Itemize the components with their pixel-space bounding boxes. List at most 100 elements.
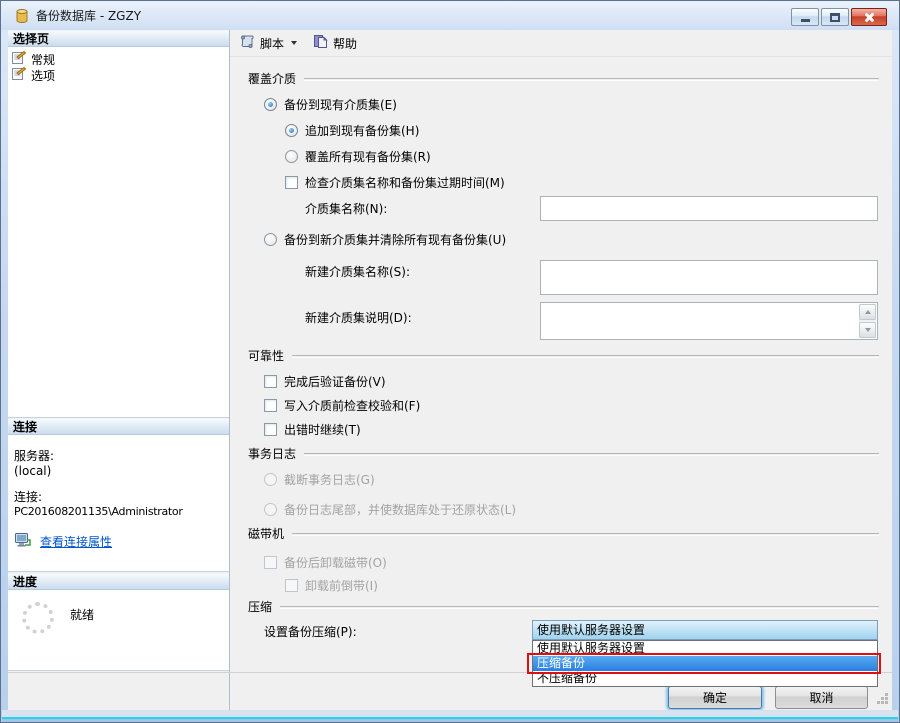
checkbox-unload-tape: 备份后卸载磁带(O) [264, 554, 387, 570]
checkbox-verify-backup[interactable]: 完成后验证备份(V) [264, 373, 386, 389]
group-title: 磁带机 [248, 525, 284, 542]
progress-header: 进度 [8, 573, 229, 590]
checkbox-label: 备份后卸载磁带(O) [284, 554, 387, 571]
server-label: 服务器: [14, 447, 229, 464]
scroll-down-button[interactable] [859, 322, 876, 338]
cancel-button[interactable]: 取消 [775, 686, 868, 709]
group-divider [292, 355, 879, 357]
resize-grip[interactable] [876, 692, 889, 708]
radio-icon[interactable] [285, 150, 298, 163]
checkbox-label: 出错时继续(T) [284, 421, 361, 438]
sidebar-item-label: 选项 [31, 67, 55, 84]
progress-title: 进度 [13, 575, 37, 589]
checkbox-icon[interactable] [285, 176, 298, 189]
checkbox-checksum[interactable]: 写入介质前检查校验和(F) [264, 397, 420, 413]
radio-backup-new-media-set[interactable]: 备份到新介质集并清除所有现有备份集(U) [264, 231, 506, 247]
sidebar: 选择页 常规 [8, 30, 230, 710]
checkbox-rewind-before-unload: 卸载前倒带(I) [285, 577, 378, 593]
computer-icon [14, 532, 32, 551]
sidebar-item-label: 常规 [31, 51, 55, 68]
group-title: 压缩 [248, 598, 272, 615]
maximize-button[interactable] [821, 8, 849, 26]
help-icon [313, 34, 328, 52]
ok-button[interactable]: 确定 [668, 686, 762, 709]
close-icon [864, 12, 875, 23]
connection-value: PC201608201135\Administrator [14, 505, 229, 518]
new-media-set-name-input[interactable] [540, 260, 878, 295]
textarea-scrollbar [859, 304, 876, 338]
radio-backup-existing-media-set[interactable]: 备份到现有介质集(E) [264, 96, 397, 112]
close-button[interactable] [851, 8, 887, 26]
new-media-set-description-textarea[interactable] [540, 302, 878, 340]
titlebar[interactable]: 备份数据库 - ZGZY [1, 1, 899, 30]
combobox-value: 使用默认服务器设置 [533, 621, 877, 639]
checkbox-label: 检查介质集名称和备份集过期时间(M) [305, 174, 505, 191]
checkbox-check-media-set-name[interactable]: 检查介质集名称和备份集过期时间(M) [285, 174, 505, 190]
page-list: 常规 选项 [8, 47, 229, 418]
select-page-title: 选择页 [13, 32, 49, 46]
window-title: 备份数据库 - ZGZY [36, 7, 141, 24]
new-media-set-name-label: 新建介质集名称(S): [305, 263, 410, 279]
sidebar-item-general[interactable]: 常规 [8, 51, 229, 67]
radio-backup-log-tail: 备份日志尾部，并使数据库处于还原状态(L) [264, 501, 516, 517]
group-divider [304, 453, 879, 455]
property-page-icon [12, 67, 26, 83]
group-reliability: 可靠性 [248, 348, 879, 363]
group-divider [280, 606, 879, 608]
dialog-body: 选择页 常规 [8, 30, 892, 710]
group-divider [292, 533, 879, 535]
database-icon [14, 8, 30, 24]
main-toolbar: 脚本 帮助 [230, 30, 892, 57]
radio-icon[interactable] [264, 233, 277, 246]
sidebar-item-options[interactable]: 选项 [8, 67, 229, 83]
server-value: (local) [14, 464, 229, 478]
checkbox-label: 完成后验证备份(V) [284, 373, 386, 390]
radio-overwrite-all-backup-sets[interactable]: 覆盖所有现有备份集(R) [285, 148, 431, 164]
progress-status: 就绪 [70, 606, 94, 623]
checkbox-icon [285, 579, 298, 592]
connection-label: 连接: [14, 488, 229, 505]
help-button-label: 帮助 [333, 35, 357, 52]
help-button[interactable]: 帮助 [313, 34, 357, 52]
radio-label: 备份日志尾部，并使数据库处于还原状态(L) [284, 501, 516, 518]
checkbox-label: 卸载前倒带(I) [305, 577, 378, 594]
group-overwrite-media: 覆盖介质 [248, 71, 879, 86]
arrow-down-icon [865, 328, 871, 332]
group-compression: 压缩 [248, 599, 879, 614]
radio-label: 截断事务日志(G) [284, 471, 375, 488]
spinner-icon [22, 602, 54, 634]
radio-icon [264, 473, 277, 486]
checkbox-icon[interactable] [264, 423, 277, 436]
media-set-name-input[interactable] [540, 196, 878, 221]
checkbox-icon[interactable] [264, 399, 277, 412]
group-divider [304, 78, 879, 80]
annotation-highlight-box [527, 653, 881, 674]
connection-panel: 服务器: (local) 连接: PC201608201135\Administ… [8, 435, 229, 572]
radio-append-existing-backup-set[interactable]: 追加到现有备份集(H) [285, 122, 419, 138]
group-transaction-log: 事务日志 [248, 446, 879, 461]
checkbox-icon [264, 556, 277, 569]
radio-icon[interactable] [285, 124, 298, 137]
view-connection-properties-link[interactable]: 查看连接属性 [40, 533, 112, 550]
checkbox-continue-on-error[interactable]: 出错时继续(T) [264, 421, 361, 437]
radio-label: 备份到新介质集并清除所有现有备份集(U) [284, 231, 506, 248]
select-page-header: 选择页 [8, 30, 229, 47]
minimize-button[interactable] [791, 8, 819, 26]
connection-title: 连接 [13, 420, 37, 434]
script-button[interactable]: 脚本 [239, 34, 297, 52]
group-tape-drive: 磁带机 [248, 526, 879, 541]
progress-panel: 就绪 [8, 590, 229, 671]
backup-compression-combobox[interactable]: 使用默认服务器设置 [532, 620, 878, 640]
radio-icon[interactable] [264, 98, 277, 111]
window-bottom-border [2, 710, 898, 722]
radio-label: 覆盖所有现有备份集(R) [305, 148, 431, 165]
checkbox-icon[interactable] [264, 375, 277, 388]
group-title: 覆盖介质 [248, 70, 296, 87]
arrow-up-icon [865, 310, 871, 314]
window-controls [791, 8, 887, 26]
group-title: 事务日志 [248, 445, 296, 462]
checkbox-label: 写入介质前检查校验和(F) [284, 397, 420, 414]
radio-label: 追加到现有备份集(H) [305, 122, 419, 139]
chevron-down-icon [291, 41, 297, 45]
scroll-up-button[interactable] [859, 304, 876, 320]
